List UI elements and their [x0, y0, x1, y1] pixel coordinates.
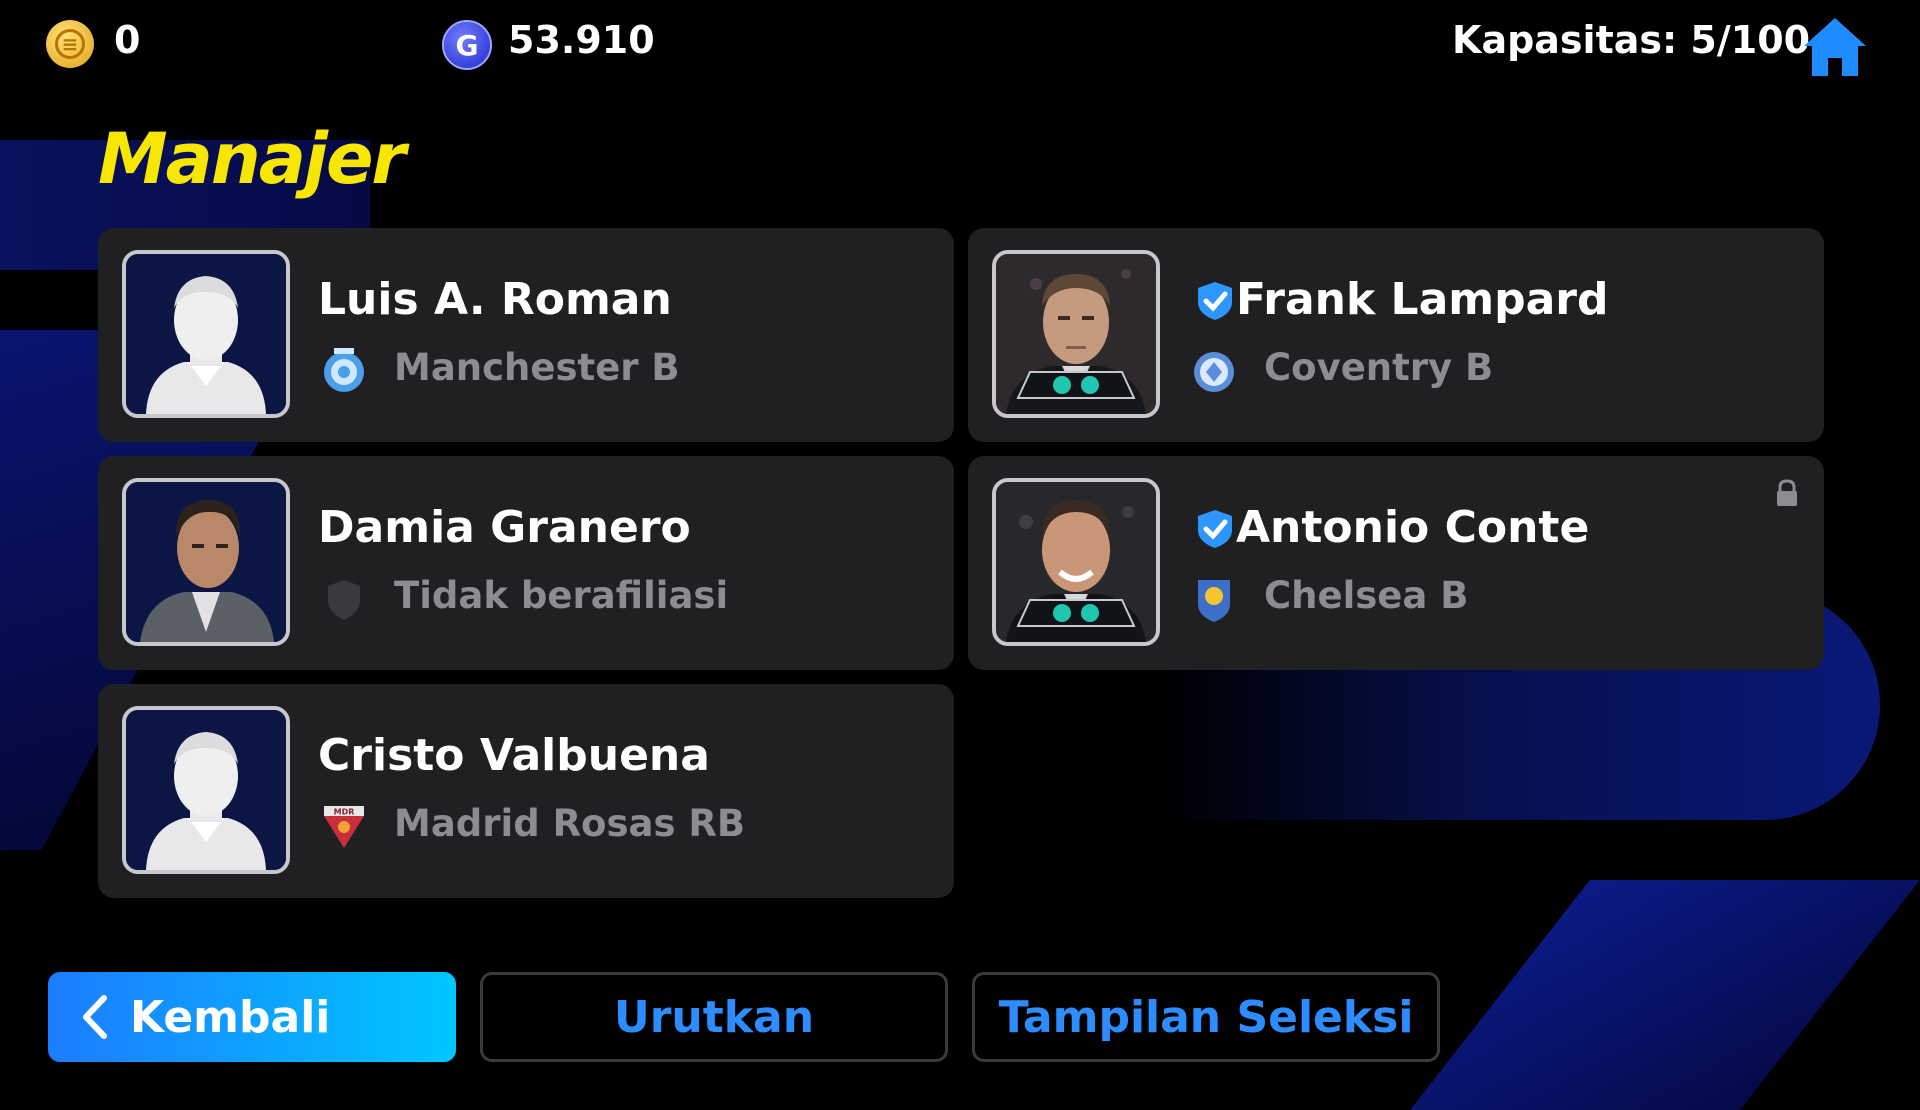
top-bar: ≡ 0 G 53.910 Kapasitas: 5/100	[0, 0, 1920, 90]
selection-view-button[interactable]: Tampilan Seleksi	[972, 972, 1440, 1062]
manager-card[interactable]: Luis A. Roman Manchester B	[98, 228, 954, 442]
chevron-left-icon	[83, 995, 107, 1039]
capacity-label: Kapasitas: 5/100	[1452, 18, 1811, 62]
sort-button-label: Urutkan	[613, 991, 815, 1043]
coin-icon: ≡	[46, 20, 94, 68]
manager-name: Damia Granero	[318, 502, 691, 553]
background-stripe	[1410, 880, 1920, 1110]
club-name: Chelsea B	[1264, 574, 1469, 617]
club-name: Manchester B	[394, 346, 680, 389]
lock-icon	[1777, 479, 1797, 506]
coventry-b-badge-icon	[1192, 346, 1236, 396]
club-name: Tidak berafiliasi	[394, 574, 729, 617]
silhouette-icon	[122, 706, 290, 874]
manager-card[interactable]: Damia Granero Tidak berafiliasi	[98, 456, 954, 670]
selection-view-button-label: Tampilan Seleksi	[998, 991, 1414, 1043]
manager-name: Luis A. Roman	[318, 274, 672, 325]
sort-button[interactable]: Urutkan	[480, 972, 948, 1062]
madrid-rosas-badge-icon: MDR	[322, 802, 366, 852]
home-icon[interactable]	[1800, 14, 1870, 80]
gp-icon: G	[442, 20, 492, 70]
boost-icon	[1016, 599, 1136, 627]
manager-card[interactable]: Frank Lampard Coventry B	[968, 228, 1824, 442]
verified-shield-icon	[1198, 510, 1232, 548]
manager-name: Frank Lampard	[1236, 274, 1609, 325]
chelsea-b-badge-icon	[1192, 574, 1236, 624]
verified-shield-icon	[1198, 282, 1232, 320]
page-title: Manajer	[98, 118, 406, 200]
manager-card[interactable]: Cristo Valbuena MDR Madrid Rosas RB	[98, 684, 954, 898]
back-button-label: Kembali	[130, 991, 331, 1043]
club-name: Madrid Rosas RB	[394, 802, 746, 845]
gp-balance: 53.910	[508, 18, 655, 62]
no-affiliation-shield-icon	[322, 574, 366, 624]
manager-name: Antonio Conte	[1236, 502, 1590, 553]
manager-portrait	[122, 478, 290, 646]
badge-text: MDR	[334, 808, 355, 817]
boost-icon	[1016, 371, 1136, 399]
manchester-b-badge-icon	[322, 346, 366, 396]
back-button[interactable]: Kembali	[48, 972, 456, 1062]
coin-balance: 0	[114, 18, 141, 62]
club-name: Coventry B	[1264, 346, 1494, 389]
manager-card[interactable]: Antonio Conte Chelsea B	[968, 456, 1824, 670]
manager-name: Cristo Valbuena	[318, 730, 710, 781]
silhouette-icon	[122, 250, 290, 418]
